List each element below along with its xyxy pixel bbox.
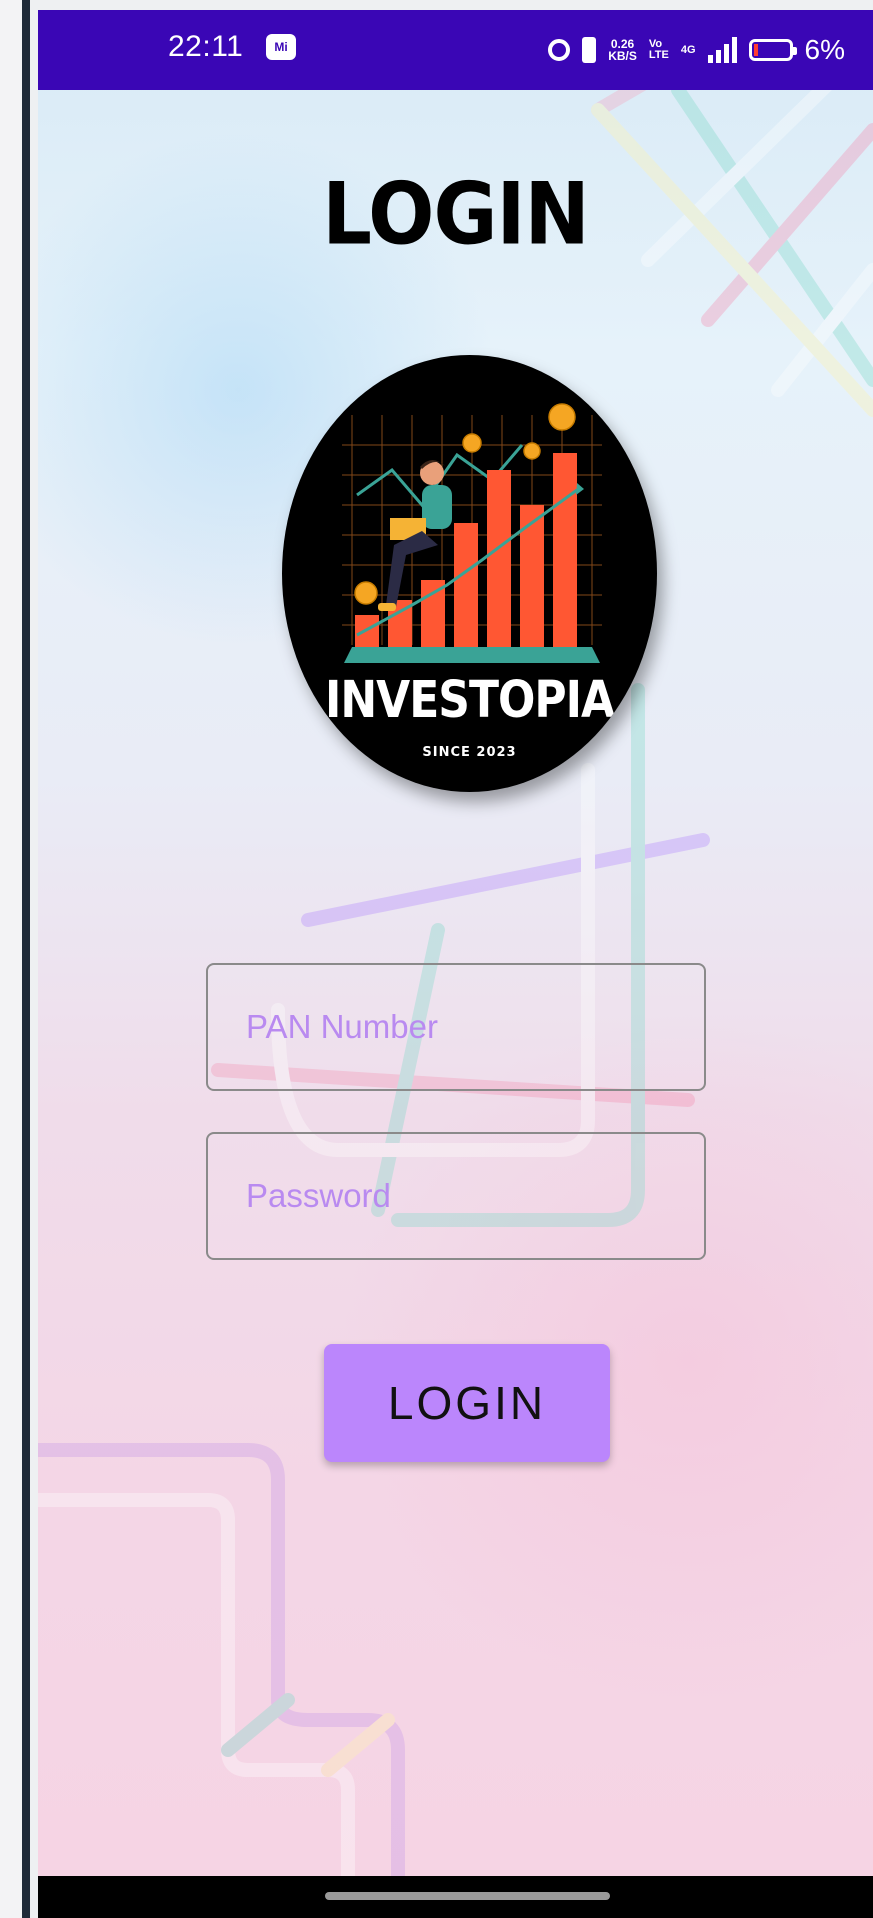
status-bar: 22:11 Mi 0.26 KB/S Vo LTE 4G 6%	[38, 10, 873, 90]
phone-screen: 22:11 Mi 0.26 KB/S Vo LTE 4G 6% LOGIN IN…	[38, 10, 873, 1918]
status-time: 22:11	[168, 30, 244, 63]
signal-strength-icon	[707, 37, 737, 63]
vibrate-icon	[582, 37, 597, 63]
navigation-bar	[38, 1876, 873, 1918]
password-field[interactable]	[206, 1132, 706, 1260]
logo-since: SINCE 2023	[422, 745, 517, 760]
volte-indicator: Vo LTE	[649, 39, 669, 61]
investopia-logo: INVESTOPIA SINCE 2023	[282, 355, 657, 792]
pan-number-input[interactable]	[208, 965, 704, 1089]
status-icons: 0.26 KB/S Vo LTE 4G 6%	[548, 30, 845, 70]
battery-icon	[748, 39, 797, 61]
window-edge	[0, 0, 30, 1918]
lte-label: LTE	[648, 49, 669, 61]
network-speed-unit: KB/S	[608, 49, 637, 63]
notification-app-icon: Mi	[266, 34, 296, 60]
page-title: LOGIN	[322, 165, 590, 265]
login-button[interactable]: LOGIN	[324, 1344, 610, 1462]
battery-percent: 6%	[804, 34, 845, 65]
pan-number-field[interactable]	[206, 963, 706, 1091]
password-input[interactable]	[208, 1134, 704, 1258]
home-gesture-handle[interactable]	[325, 1892, 610, 1900]
network-type: 4G	[680, 43, 696, 56]
logo-name: INVESTOPIA	[324, 671, 615, 730]
network-speed: 0.26 KB/S	[608, 38, 637, 62]
alarm-icon	[548, 39, 571, 61]
